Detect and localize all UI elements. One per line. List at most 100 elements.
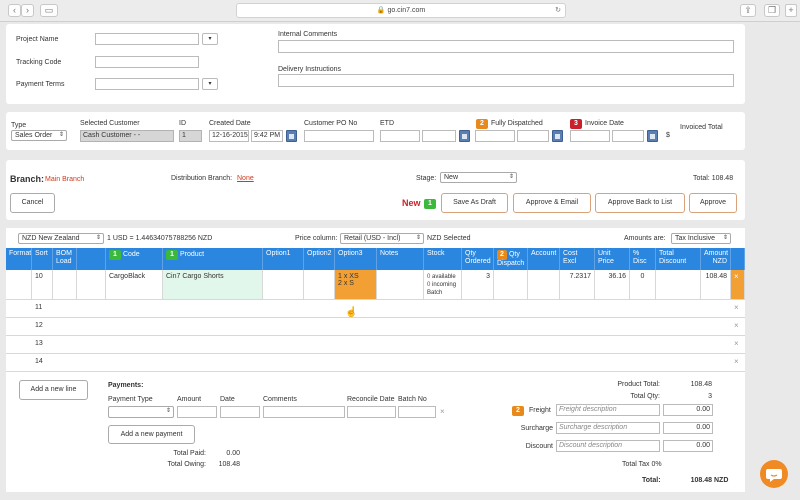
col-product[interactable]: 1 Product bbox=[163, 248, 263, 270]
new-tab-icon[interactable]: + bbox=[785, 4, 797, 17]
close-icon[interactable]: × bbox=[734, 339, 739, 348]
table-cell-option2[interactable] bbox=[304, 270, 335, 300]
invoice-date-input[interactable] bbox=[570, 130, 610, 142]
type-select[interactable]: Sales Order ⇕ bbox=[11, 130, 67, 141]
table-cell-pct-disc[interactable]: 0 bbox=[630, 270, 656, 300]
payment-terms-input[interactable] bbox=[95, 78, 199, 90]
table-cell-sort: 10 bbox=[32, 270, 53, 300]
payment-date-input[interactable] bbox=[220, 406, 260, 418]
etd-date-input[interactable] bbox=[380, 130, 420, 142]
payment-amount-input[interactable] bbox=[177, 406, 217, 418]
calendar-icon[interactable] bbox=[459, 130, 470, 142]
distribution-branch-link[interactable]: None bbox=[237, 175, 254, 182]
reconcile-date-input[interactable] bbox=[347, 406, 396, 418]
project-dropdown-button[interactable]: ▾ bbox=[202, 33, 218, 45]
tabs-icon[interactable]: ❐ bbox=[764, 4, 780, 17]
created-date-input[interactable]: 12-16-2015 bbox=[209, 130, 249, 142]
table-cell-unit-price[interactable]: 36.16 bbox=[595, 270, 630, 300]
stage-select[interactable]: New ⇕ bbox=[440, 172, 517, 183]
stage-label: Stage: bbox=[416, 175, 437, 182]
freight-description-input[interactable]: Freight description bbox=[556, 404, 660, 416]
calendar-icon[interactable] bbox=[647, 130, 658, 142]
calendar-icon[interactable] bbox=[552, 130, 563, 142]
delivery-instructions-textarea[interactable] bbox=[278, 74, 734, 87]
order-status-label: New bbox=[402, 198, 421, 208]
approve-button[interactable]: Approve bbox=[689, 193, 737, 213]
payment-terms-dropdown-button[interactable]: ▾ bbox=[202, 78, 218, 90]
chat-widget-button[interactable] bbox=[760, 460, 788, 488]
close-icon[interactable]: × bbox=[734, 272, 739, 281]
internal-comments-textarea[interactable] bbox=[278, 40, 734, 53]
back-arrow-icon[interactable]: ‹ bbox=[8, 4, 21, 17]
table-cell-amount: 108.48 bbox=[701, 270, 731, 300]
id-field: 1 bbox=[179, 130, 202, 142]
step-badge-3: 3 bbox=[570, 119, 582, 129]
approve-back-to-list-button[interactable]: Approve Back to List bbox=[595, 193, 685, 213]
freight-amount-input[interactable]: 0.00 bbox=[663, 404, 713, 416]
surcharge-description-input[interactable]: Surcharge description bbox=[556, 422, 660, 434]
col-blank bbox=[77, 248, 106, 270]
row-number: 14 bbox=[35, 358, 43, 365]
col-sort[interactable]: Sort bbox=[32, 248, 53, 270]
sidebar-toggle-icon[interactable]: ▭ bbox=[40, 4, 58, 17]
save-as-draft-button[interactable]: Save As Draft bbox=[441, 193, 508, 213]
invoice-time-input[interactable] bbox=[612, 130, 644, 142]
currency-select[interactable]: NZD New Zealand ⇕ bbox=[18, 233, 104, 244]
option3-size-s: 2 x S bbox=[338, 280, 354, 287]
discount-amount-input[interactable]: 0.00 bbox=[663, 440, 713, 452]
table-row[interactable]: 11 × bbox=[6, 300, 745, 318]
total-value: 108.48 bbox=[711, 175, 734, 182]
col-product-label: Product bbox=[179, 251, 205, 258]
share-icon[interactable]: ⇪ bbox=[740, 4, 756, 17]
table-cell-product[interactable]: Cin7 Cargo Shorts bbox=[163, 270, 263, 300]
branch-total: Total: 108.48 bbox=[693, 175, 733, 182]
table-cell-qty-ordered[interactable]: 3 bbox=[462, 270, 494, 300]
project-name-input[interactable] bbox=[95, 33, 199, 45]
amounts-are-select[interactable]: Tax Inclusive ⇕ bbox=[671, 233, 731, 244]
close-icon[interactable]: × bbox=[734, 321, 739, 330]
col-code[interactable]: 1 Code bbox=[106, 248, 163, 270]
add-new-payment-button[interactable]: Add a new payment bbox=[108, 425, 195, 444]
calendar-icon[interactable] bbox=[286, 130, 297, 142]
table-cell-qty-dispatch[interactable] bbox=[494, 270, 528, 300]
col-pct-disc: % Disc bbox=[630, 248, 656, 270]
add-new-line-button[interactable]: Add a new line bbox=[19, 380, 88, 400]
table-cell-code[interactable]: CargoBlack bbox=[106, 270, 163, 300]
batch-no-input[interactable] bbox=[398, 406, 436, 418]
price-column-select[interactable]: Retail (USD - Incl) ⇕ bbox=[340, 233, 424, 244]
payment-type-select[interactable]: ⇕ bbox=[108, 406, 174, 418]
cancel-button[interactable]: Cancel bbox=[10, 193, 55, 213]
created-date-label: Created Date bbox=[209, 120, 251, 127]
approve-email-button[interactable]: Approve & Email bbox=[513, 193, 591, 213]
cursor-hand-icon: ☝ bbox=[345, 307, 358, 318]
url-bar[interactable]: 🔒 go.cin7.com ↻ bbox=[236, 3, 566, 18]
tracking-code-input[interactable] bbox=[95, 56, 199, 68]
table-row[interactable]: 12 × bbox=[6, 318, 745, 336]
payment-type-label: Payment Type bbox=[108, 396, 153, 403]
table-cell-option1[interactable] bbox=[263, 270, 304, 300]
close-icon[interactable]: × bbox=[734, 303, 739, 312]
total-paid-label: Total Paid: bbox=[173, 450, 206, 457]
close-icon[interactable]: × bbox=[440, 407, 445, 416]
etd-time-input[interactable] bbox=[422, 130, 456, 142]
type-select-value: Sales Order bbox=[15, 132, 53, 139]
table-cell-account[interactable] bbox=[528, 270, 560, 300]
branch-label: Branch: bbox=[10, 174, 45, 184]
dispatch-time-input[interactable] bbox=[517, 130, 549, 142]
branch-link[interactable]: Main Branch bbox=[45, 176, 84, 183]
forward-arrow-icon[interactable]: › bbox=[21, 4, 34, 17]
table-cell-option3[interactable]: 1 x XS 2 x S bbox=[335, 270, 377, 300]
close-icon[interactable]: × bbox=[734, 357, 739, 366]
payment-comments-input[interactable] bbox=[263, 406, 345, 418]
discount-description-input[interactable]: Discount description bbox=[556, 440, 660, 452]
created-time-input[interactable]: 9:42 PM bbox=[251, 130, 283, 142]
table-row[interactable]: 14 × bbox=[6, 354, 745, 372]
col-qty-ordered: Qty Ordered bbox=[462, 248, 494, 270]
table-cell-notes[interactable] bbox=[377, 270, 424, 300]
dispatch-date-input[interactable] bbox=[475, 130, 515, 142]
reload-icon[interactable]: ↻ bbox=[555, 4, 561, 17]
delivery-instructions-label: Delivery Instructions bbox=[278, 66, 342, 73]
customer-po-input[interactable] bbox=[304, 130, 374, 142]
table-row[interactable]: 13 × bbox=[6, 336, 745, 354]
surcharge-amount-input[interactable]: 0.00 bbox=[663, 422, 713, 434]
